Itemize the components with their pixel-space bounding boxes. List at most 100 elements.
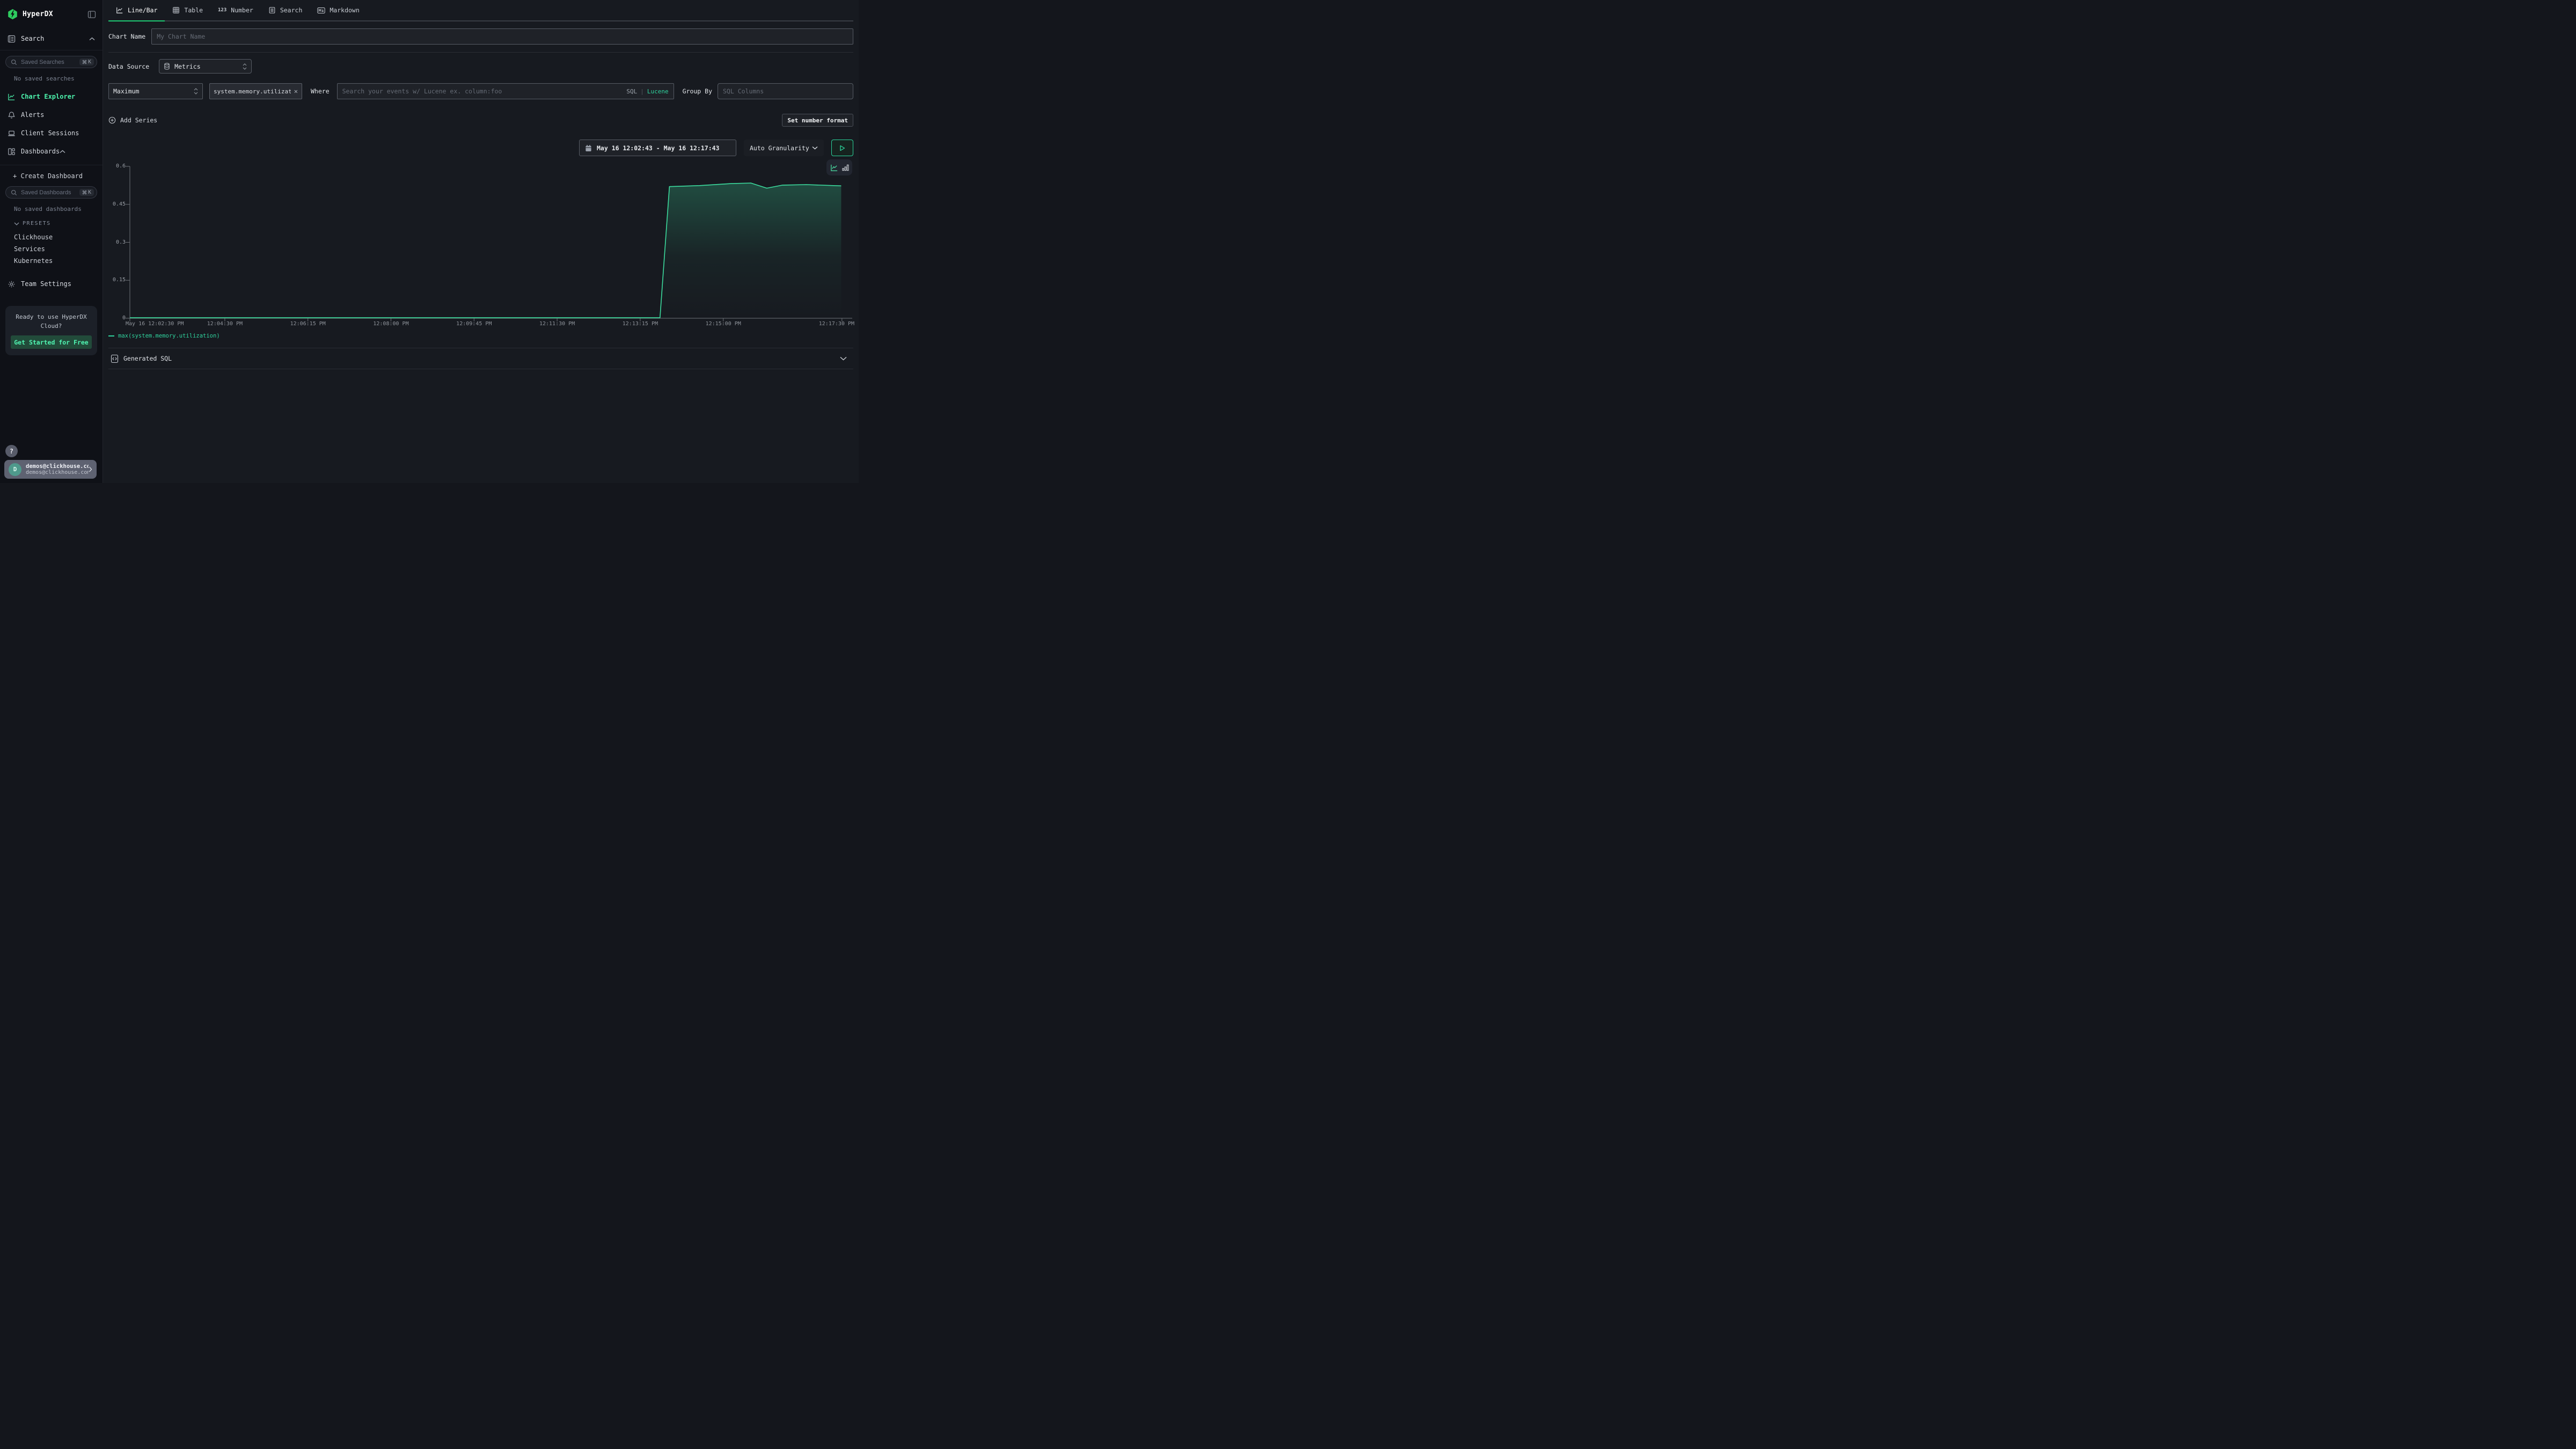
aggregation-select[interactable]: Maximum	[108, 83, 203, 99]
select-chevrons-icon	[194, 88, 198, 94]
tab-markdown[interactable]: Markdown	[310, 0, 367, 21]
tab-number[interactable]: 123 Number	[210, 0, 261, 21]
x-axis-tick-label: 12:13:15 PM	[603, 321, 678, 327]
chart-type-tabs: Line/Bar Table 123 Number Search Markdow…	[108, 0, 853, 21]
data-source-label: Data Source	[108, 63, 149, 70]
y-axis-tick-label: 0	[107, 315, 126, 321]
user-menu[interactable]: D demos@clickhouse.com demos@clickhouse.…	[4, 460, 97, 479]
play-icon	[839, 145, 845, 151]
command-icon	[82, 190, 87, 195]
cloud-promo-card: Ready to use HyperDX Cloud? Get Started …	[5, 306, 97, 355]
remove-metric-icon[interactable]: ✕	[294, 87, 298, 95]
app-title: HyperDX	[23, 10, 53, 18]
set-number-format-button[interactable]: Set number format	[782, 114, 853, 127]
preset-clickhouse[interactable]: Clickhouse	[0, 233, 103, 241]
main-content: Line/Bar Table 123 Number Search Markdow…	[103, 0, 859, 483]
generated-sql-label: Generated SQL	[123, 355, 172, 362]
chart-legend: max(system.memory.utilization)	[108, 333, 853, 339]
sidebar-item-team-settings[interactable]: Team Settings	[0, 276, 103, 292]
legend-label: max(system.memory.utilization)	[118, 333, 220, 339]
series-row: Maximum system.memory.utilization ✕ Wher…	[108, 83, 853, 99]
sidebar-item-chart-explorer[interactable]: Chart Explorer	[0, 89, 103, 105]
chart-name-input[interactable]	[151, 28, 853, 45]
sidebar-item-dashboards[interactable]: Dashboards	[0, 143, 103, 159]
run-query-button[interactable]	[831, 140, 853, 156]
saved-searches-input[interactable]: Saved Searches K	[5, 56, 97, 68]
tab-line-bar[interactable]: Line/Bar	[108, 0, 165, 21]
plus-circle-icon	[108, 116, 116, 124]
saved-dashboards-input[interactable]: Saved Dashboards K	[5, 186, 97, 199]
timeseries-chart[interactable]	[108, 162, 853, 329]
sidebar-item-client-sessions[interactable]: Client Sessions	[0, 125, 103, 141]
command-icon	[82, 60, 87, 64]
chevron-down-icon	[812, 146, 818, 150]
data-source-value: Metrics	[174, 63, 200, 70]
user-team: demos@clickhouse.com's	[26, 470, 89, 475]
search-icon	[11, 59, 17, 65]
x-axis-tick-label: 12:04:30 PM	[187, 321, 262, 327]
get-started-button[interactable]: Get Started for Free	[11, 335, 92, 349]
x-axis-tick-label: 12:09:45 PM	[436, 321, 511, 327]
calendar-icon	[585, 144, 592, 152]
tab-table[interactable]: Table	[165, 0, 210, 21]
laptop-icon	[8, 129, 16, 137]
legend-line-swatch	[108, 335, 114, 336]
generated-sql-section[interactable]: Generated SQL	[108, 348, 853, 369]
no-saved-searches-text: No saved searches	[0, 75, 103, 82]
sql-mode-button[interactable]: SQL	[626, 88, 637, 95]
gear-icon	[8, 280, 16, 288]
cloud-promo-text: Ready to use HyperDX Cloud?	[11, 312, 92, 331]
sidebar-item-alerts[interactable]: Alerts	[0, 107, 103, 123]
metric-token[interactable]: system.memory.utilization ✕	[209, 83, 302, 99]
chevron-up-icon	[89, 37, 95, 41]
data-source-row: Data Source Metrics	[108, 59, 853, 74]
metric-name: system.memory.utilization	[214, 88, 291, 95]
sidebar-search-label: Search	[21, 35, 44, 42]
presets-header[interactable]: PRESETS	[0, 221, 103, 226]
granularity-select[interactable]: Auto Granularity	[744, 140, 824, 156]
data-source-select[interactable]: Metrics	[159, 59, 252, 74]
line-chart-icon	[116, 6, 123, 14]
collapse-sidebar-icon[interactable]	[87, 10, 96, 19]
date-range-value: May 16 12:02:43 - May 16 12:17:43	[597, 144, 719, 152]
sidebar: HyperDX Search Saved Searches K No saved…	[0, 0, 103, 483]
chevron-down-icon	[14, 222, 19, 225]
help-button[interactable]: ?	[5, 445, 18, 457]
bell-icon	[8, 111, 16, 119]
where-input[interactable]	[342, 87, 627, 95]
saved-searches-placeholder: Saved Searches	[21, 59, 79, 65]
chart-name-label: Chart Name	[108, 33, 145, 40]
where-label: Where	[311, 87, 330, 95]
chevron-down-icon[interactable]	[840, 356, 853, 361]
tab-search[interactable]: Search	[261, 0, 310, 21]
lucene-mode-button[interactable]: Lucene	[647, 88, 669, 95]
chart-panel: 00.150.30.450.6May 16 12:02:30 PM12:04:3…	[108, 162, 853, 329]
y-axis-tick-label: 0.6	[107, 163, 126, 169]
number-123-icon: 123	[218, 8, 226, 13]
y-axis-tick-label: 0.45	[107, 201, 126, 207]
search-doc-icon	[268, 6, 276, 14]
date-range-picker[interactable]: May 16 12:02:43 - May 16 12:17:43	[579, 140, 736, 156]
aggregation-value: Maximum	[113, 87, 139, 95]
chevron-up-icon	[60, 150, 65, 153]
time-controls-row: May 16 12:02:43 - May 16 12:17:43 Auto G…	[108, 140, 853, 156]
sidebar-section-search[interactable]: Search	[0, 31, 103, 47]
code-icon	[111, 354, 119, 363]
preset-kubernetes[interactable]: Kubernetes	[0, 257, 103, 265]
group-by-input[interactable]	[718, 83, 853, 99]
logo-row: HyperDX	[0, 0, 103, 20]
hyperdx-logo-icon	[7, 9, 18, 20]
where-search-box: SQL | Lucene	[337, 83, 674, 99]
dashboards-grid-icon	[8, 148, 16, 156]
granularity-value: Auto Granularity	[750, 144, 809, 152]
chart-line-icon	[8, 93, 16, 101]
x-axis-tick-label: 12:11:30 PM	[519, 321, 595, 327]
language-separator: |	[640, 88, 644, 95]
create-dashboard-button[interactable]: + Create Dashboard	[0, 172, 103, 180]
add-series-button[interactable]: Add Series	[108, 116, 157, 124]
divider	[108, 52, 853, 53]
no-saved-dashboards-text: No saved dashboards	[0, 206, 103, 213]
database-icon	[164, 63, 170, 70]
preset-services[interactable]: Services	[0, 245, 103, 253]
user-email: demos@clickhouse.com	[26, 463, 89, 470]
